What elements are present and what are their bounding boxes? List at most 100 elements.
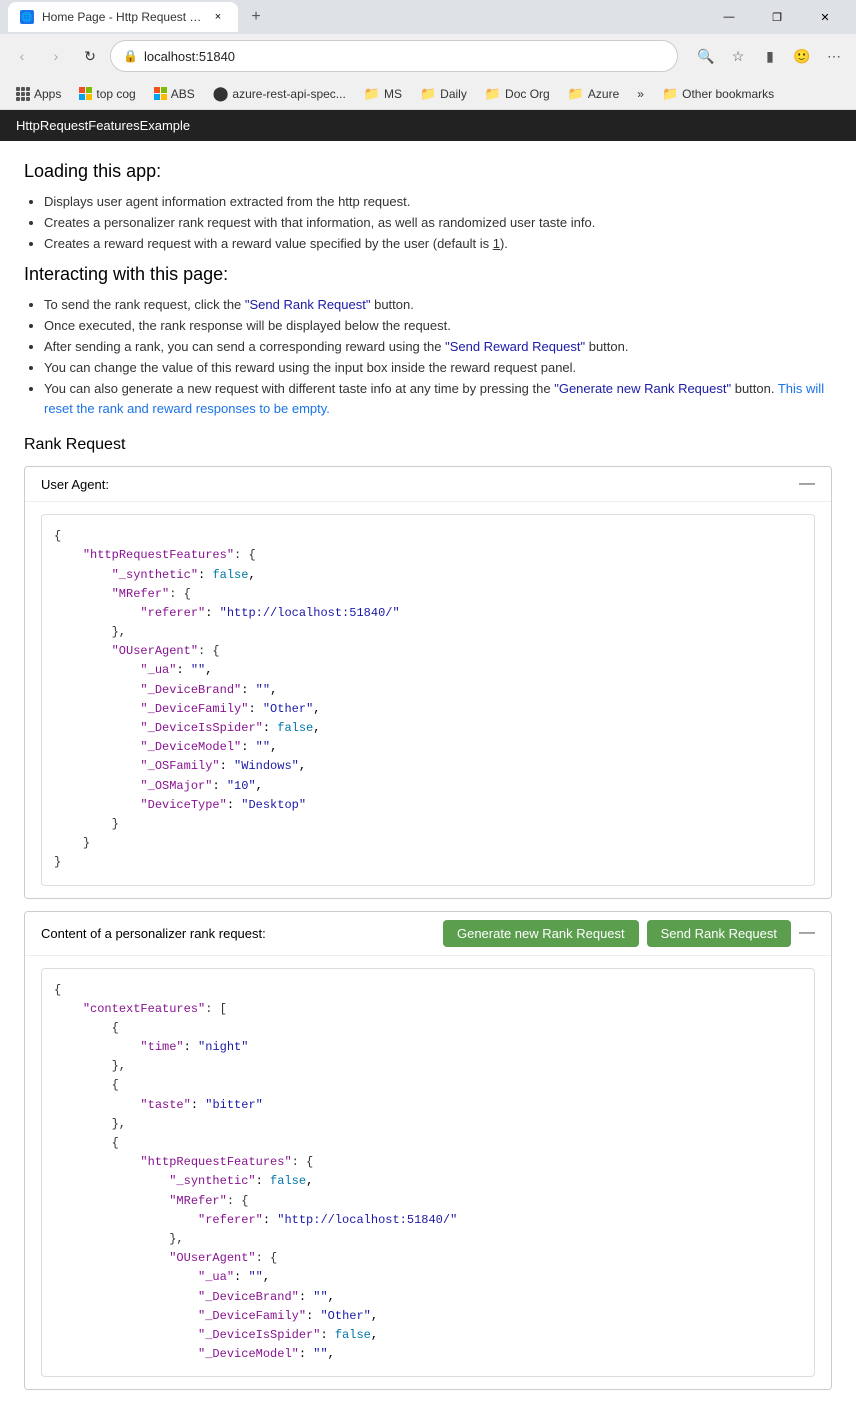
code-line: "referer": "http://localhost:51840/" — [54, 604, 802, 623]
bookmark-apps[interactable]: Apps — [8, 84, 69, 104]
code-line: "_DeviceFamily": "Other", — [54, 700, 802, 719]
bookmark-azure[interactable]: 📁 Azure — [560, 83, 628, 105]
bookmark-doc-org-label: Doc Org — [505, 87, 550, 101]
interacting-bullet-5: You can also generate a new request with… — [44, 379, 832, 421]
bookmark-star-icon[interactable]: ☆ — [724, 42, 752, 70]
close-button[interactable]: ✕ — [802, 0, 848, 34]
code-line: { — [54, 1019, 802, 1038]
refresh-button[interactable]: ↻ — [76, 42, 104, 70]
personalizer-panel-header: Content of a personalizer rank request: … — [25, 912, 831, 956]
bookmark-top-cog-label: top cog — [96, 87, 135, 101]
personalizer-panel-collapse-button[interactable]: — — [799, 924, 815, 942]
bookmark-azure-rest[interactable]: ⬤ azure-rest-api-spec... — [205, 82, 354, 105]
code-line: "_DeviceIsSpider": false, — [54, 1326, 802, 1345]
titlebar: 🌐 Home Page - Http Request Featu... × + … — [0, 0, 856, 34]
bookmark-top-cog[interactable]: top cog — [71, 84, 143, 104]
interacting-bullet-3: After sending a rank, you can send a cor… — [44, 337, 832, 358]
code-line: "DeviceType": "Desktop" — [54, 796, 802, 815]
bookmark-more-label: » — [637, 87, 644, 101]
code-line: }, — [54, 1115, 802, 1134]
code-line: "_ua": "", — [54, 661, 802, 680]
send-rank-request-button[interactable]: Send Rank Request — [647, 920, 791, 947]
bookmark-daily[interactable]: 📁 Daily — [412, 83, 475, 105]
code-line: } — [54, 834, 802, 853]
rank-request-title: Rank Request — [24, 436, 832, 454]
interacting-bullet-2: Once executed, the rank response will be… — [44, 316, 832, 337]
code-line: "referer": "http://localhost:51840/" — [54, 1211, 802, 1230]
code-line: "_DeviceBrand": "", — [54, 1288, 802, 1307]
bookmark-doc-org[interactable]: 📁 Doc Org — [477, 83, 558, 105]
loading-bullet-2: Creates a personalizer rank request with… — [44, 213, 832, 234]
bookmark-abs[interactable]: ABS — [146, 84, 203, 104]
address-bar-icons: 🔍 ☆ ▮ 🙂 ⋯ — [692, 42, 848, 70]
ms-logo-icon — [79, 87, 92, 100]
code-line: "_DeviceFamily": "Other", — [54, 1307, 802, 1326]
back-button[interactable]: ‹ — [8, 42, 36, 70]
code-line: "_OSMajor": "10", — [54, 777, 802, 796]
bookmark-ms-label: MS — [384, 87, 402, 101]
interacting-bullets: To send the rank request, click the "Sen… — [24, 295, 832, 420]
url-text: localhost:51840 — [144, 49, 665, 64]
code-line: "_DeviceIsSpider": false, — [54, 719, 802, 738]
user-agent-panel-body: { "httpRequestFeatures": { "_synthetic":… — [25, 502, 831, 897]
code-line: "_synthetic": false, — [54, 566, 802, 585]
user-agent-code-block: { "httpRequestFeatures": { "_synthetic":… — [41, 514, 815, 885]
bookmark-apps-label: Apps — [34, 87, 61, 101]
loading-title: Loading this app: — [24, 161, 832, 182]
code-line: "_DeviceBrand": "", — [54, 681, 802, 700]
menu-icon[interactable]: ⋯ — [820, 42, 848, 70]
code-line: { — [54, 1076, 802, 1095]
user-agent-label: User Agent: — [41, 477, 109, 492]
tab-favicon: 🌐 — [20, 10, 34, 24]
code-line: "MRefer": { — [54, 1192, 802, 1211]
loading-bullet-1: Displays user agent information extracte… — [44, 192, 832, 213]
code-line: { — [54, 1134, 802, 1153]
code-line: { — [54, 527, 802, 546]
code-line: "httpRequestFeatures": { — [54, 1153, 802, 1172]
forward-button[interactable]: › — [42, 42, 70, 70]
code-line: "_DeviceModel": "", — [54, 1345, 802, 1364]
code-line: "_DeviceModel": "", — [54, 738, 802, 757]
bookmark-more[interactable]: » — [629, 84, 652, 104]
bookmark-abs-label: ABS — [171, 87, 195, 101]
url-bar[interactable]: 🔒 localhost:51840 — [110, 40, 678, 72]
search-icon[interactable]: 🔍 — [692, 42, 720, 70]
bookmark-daily-label: Daily — [440, 87, 467, 101]
bookmark-azure-label: Azure — [588, 87, 619, 101]
loading-bullet-3: Creates a reward request with a reward v… — [44, 234, 832, 255]
new-tab-button[interactable]: + — [242, 3, 270, 31]
collections-icon[interactable]: ▮ — [756, 42, 784, 70]
tab-close-button[interactable]: × — [210, 9, 226, 25]
minimize-button[interactable]: — — [706, 0, 752, 34]
folder-other-icon: 📁 — [662, 86, 678, 102]
personalizer-panel: Content of a personalizer rank request: … — [24, 911, 832, 1391]
code-line: }, — [54, 1057, 802, 1076]
folder-doc-org-icon: 📁 — [485, 86, 501, 102]
code-line: "taste": "bitter" — [54, 1096, 802, 1115]
apps-grid-icon — [16, 87, 30, 101]
bookmark-other-label: Other bookmarks — [682, 87, 774, 101]
app-name: HttpRequestFeaturesExample — [16, 118, 190, 133]
browser-face-icon[interactable]: 🙂 — [788, 42, 816, 70]
code-line: }, — [54, 1230, 802, 1249]
code-line: "_OSFamily": "Windows", — [54, 757, 802, 776]
bookmark-other[interactable]: 📁 Other bookmarks — [654, 83, 782, 105]
code-line: "httpRequestFeatures": { — [54, 546, 802, 565]
code-line: "OUserAgent": { — [54, 1249, 802, 1268]
personalizer-panel-body: { "contextFeatures": [ { "time": "night"… — [25, 956, 831, 1390]
ms-logo-abs-icon — [154, 87, 167, 100]
bookmark-ms[interactable]: 📁 MS — [356, 83, 410, 105]
generate-rank-request-button[interactable]: Generate new Rank Request — [443, 920, 639, 947]
browser-tab[interactable]: 🌐 Home Page - Http Request Featu... × — [8, 2, 238, 32]
folder-azure-icon: 📁 — [568, 86, 584, 102]
interacting-bullet-4: You can change the value of this reward … — [44, 358, 832, 379]
restore-button[interactable]: ❐ — [754, 0, 800, 34]
personalizer-panel-label: Content of a personalizer rank request: — [41, 926, 435, 941]
interacting-bullet-1: To send the rank request, click the "Sen… — [44, 295, 832, 316]
page-header: HttpRequestFeaturesExample — [0, 110, 856, 141]
page-content: Loading this app: Displays user agent in… — [0, 141, 856, 1422]
interacting-title: Interacting with this page: — [24, 264, 832, 285]
user-agent-collapse-button[interactable]: — — [799, 475, 815, 493]
code-line: } — [54, 815, 802, 834]
tab-title: Home Page - Http Request Featu... — [42, 10, 202, 24]
